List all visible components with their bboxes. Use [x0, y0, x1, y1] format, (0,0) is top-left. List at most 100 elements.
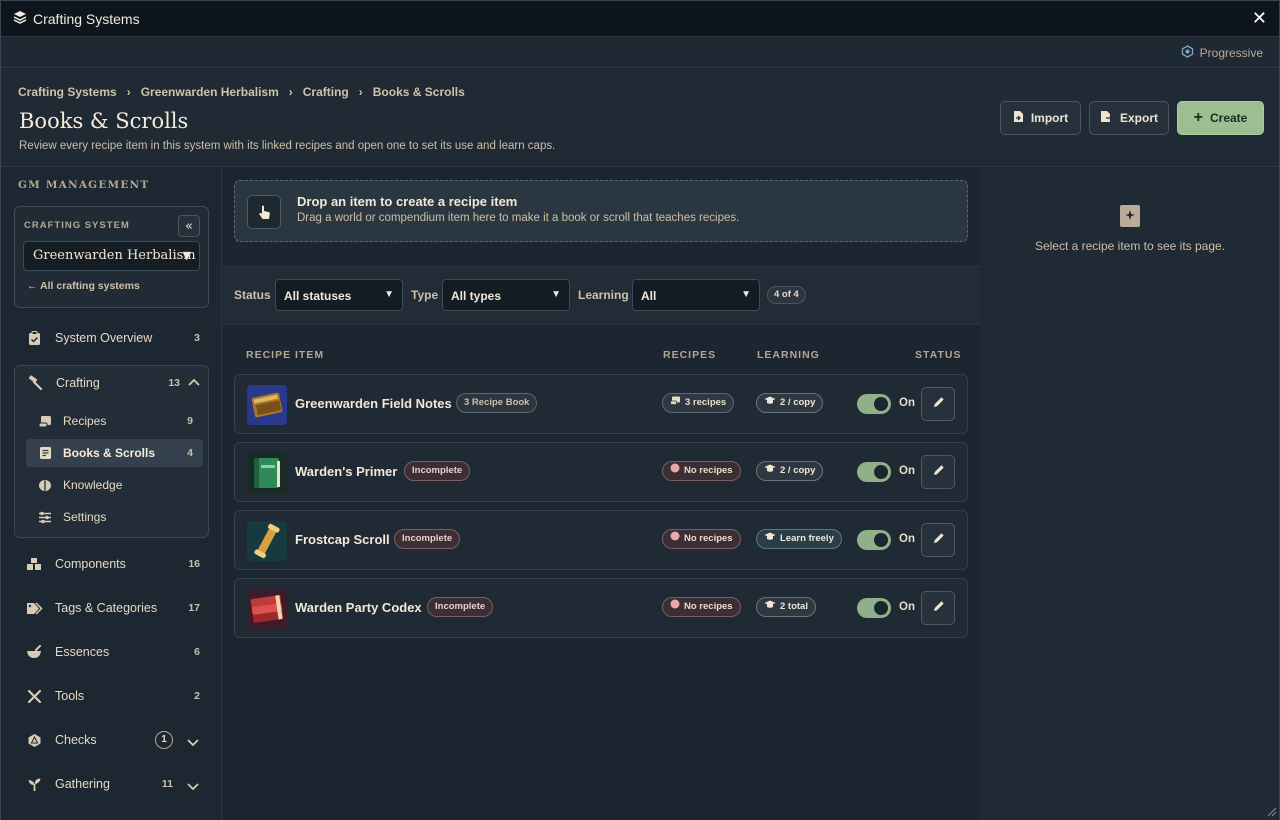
item-name[interactable]: Frostcap Scroll [295, 532, 390, 547]
export-button[interactable]: Export [1089, 101, 1169, 135]
crafting-system-select[interactable]: Greenwarden Herbalism ▼ [23, 241, 200, 271]
result-count-badge: 4 of 4 [767, 286, 806, 304]
learning-pill[interactable]: 2 / copy [756, 461, 824, 481]
edit-button[interactable] [921, 523, 955, 557]
learning-filter-select[interactable]: All ▼ [632, 279, 760, 311]
recipes-pill[interactable]: No recipes [662, 461, 741, 481]
type-filter-select[interactable]: All types ▼ [442, 279, 570, 311]
status-filter-select[interactable]: All statuses ▼ [275, 279, 403, 311]
clipboard-icon [23, 330, 45, 346]
status-toggle[interactable] [857, 462, 891, 482]
recipes-pill[interactable]: 3 recipes [662, 393, 735, 413]
toggle-knob [874, 397, 888, 411]
column-header-recipes: RECIPES [663, 349, 717, 361]
table-row[interactable]: Warden's Primer Incomplete No recipes 2 … [234, 442, 968, 502]
learning-filter-label: Learning [578, 288, 629, 302]
recipes-label: No recipes [684, 465, 733, 476]
sidebar-item-components[interactable]: Components 16 [14, 547, 209, 581]
sidebar-section-label: GM MANAGEMENT [18, 179, 150, 191]
count-badge: 13 [168, 377, 180, 389]
table-row[interactable]: Frostcap Scroll Incomplete No recipes Le… [234, 510, 968, 570]
mode-bar: Progressive [1, 38, 1279, 68]
item-name[interactable]: Warden Party Codex [295, 600, 422, 615]
close-icon[interactable]: ✕ [1252, 9, 1267, 29]
type-filter-value: All types [451, 289, 502, 303]
sidebar-item-tags-categories[interactable]: Tags & Categories 17 [14, 591, 209, 625]
crafting-system-label: CRAFTING SYSTEM [24, 220, 130, 231]
brain-icon [36, 479, 54, 492]
sidebar-item-label: Gathering [55, 777, 110, 791]
mode-indicator[interactable]: Progressive [1181, 45, 1263, 61]
sidebar-item-checks[interactable]: Checks 1 [14, 723, 209, 757]
graduation-cap-icon [764, 462, 776, 480]
tags-icon [23, 601, 45, 615]
sidebar-item-label: Settings [63, 510, 107, 524]
learning-pill[interactable]: 2 total [756, 597, 816, 617]
type-filter-label: Type [411, 288, 439, 302]
dropzone-subtitle: Drag a world or compendium item here to … [297, 212, 740, 224]
sidebar-item-recipes[interactable]: Recipes 9 [26, 407, 203, 435]
caret-down-icon: ▼ [182, 249, 191, 262]
collapse-sidebar-button[interactable]: « [178, 215, 200, 237]
caret-down-icon: ▼ [741, 289, 751, 300]
sidebar-item-books-scrolls[interactable]: Books & Scrolls 4 [26, 439, 203, 467]
import-label: Import [1030, 111, 1069, 125]
create-label: Create [1209, 111, 1248, 125]
column-header-learning: LEARNING [757, 349, 820, 361]
chevron-up-icon[interactable] [188, 375, 200, 389]
filter-bar: Status All statuses ▼ Type All types ▼ L… [223, 266, 980, 325]
sidebar-item-label: System Overview [55, 331, 153, 345]
chevron-down-icon[interactable] [187, 736, 199, 750]
breadcrumb-current: Books & Scrolls [372, 85, 465, 99]
status-toggle[interactable] [857, 530, 891, 550]
breadcrumb-crafting-systems[interactable]: Crafting Systems [18, 85, 117, 99]
sidebar-item-gathering[interactable]: Gathering 11 [14, 767, 209, 801]
learning-pill[interactable]: 2 / copy [756, 393, 824, 413]
table-row[interactable]: Greenwarden Field Notes 3 Recipe Book 3 … [234, 374, 968, 434]
crafting-system-picker: CRAFTING SYSTEM « Greenwarden Herbalism … [14, 206, 209, 308]
breadcrumb-crafting[interactable]: Crafting [303, 85, 349, 99]
graduation-cap-icon [764, 394, 776, 412]
edit-button[interactable] [921, 455, 955, 489]
crafting-group: Crafting 13 Recipes 9 Books & Scrolls 4 … [14, 365, 209, 538]
edit-button[interactable] [921, 591, 955, 625]
sidebar-item-settings[interactable]: Settings [26, 503, 203, 531]
learning-filter-value: All [641, 289, 657, 303]
count-badge: 9 [187, 415, 193, 427]
sidebar-item-knowledge[interactable]: Knowledge [26, 471, 203, 499]
hammer-icon [24, 375, 46, 391]
item-name[interactable]: Warden's Primer [295, 464, 397, 479]
sidebar-item-crafting[interactable]: Crafting 13 [15, 366, 210, 400]
learning-label: 2 / copy [780, 465, 816, 476]
sidebar-item-tools[interactable]: Tools 2 [14, 679, 209, 713]
edit-button[interactable] [921, 387, 955, 421]
table-row[interactable]: Warden Party Codex Incomplete No recipes… [234, 578, 968, 638]
boxes-icon [23, 557, 45, 571]
recipes-pill[interactable]: No recipes [662, 529, 741, 549]
sidebar-item-label: Recipes [63, 414, 107, 428]
learning-pill[interactable]: Learn freely [756, 529, 842, 549]
status-toggle[interactable] [857, 598, 891, 618]
sidebar-item-system-overview[interactable]: System Overview 3 [14, 321, 209, 355]
item-name[interactable]: Greenwarden Field Notes [295, 396, 452, 411]
import-button[interactable]: Import [1000, 101, 1081, 135]
sprout-icon [23, 777, 45, 792]
status-toggle[interactable] [857, 394, 891, 414]
caret-down-icon: ▼ [384, 289, 394, 300]
file-import-icon [1013, 110, 1024, 126]
graduation-cap-icon [764, 598, 776, 616]
resize-handle-icon[interactable] [1265, 805, 1277, 817]
recipes-pill[interactable]: No recipes [662, 597, 741, 617]
create-button[interactable]: + Create [1177, 101, 1264, 135]
incomplete-badge: Incomplete [427, 597, 494, 617]
page-description: Review every recipe item in this system … [19, 140, 556, 152]
toggle-knob [874, 465, 888, 479]
breadcrumb-system[interactable]: Greenwarden Herbalism [141, 85, 279, 99]
item-dropzone[interactable]: Drop an item to create a recipe item Dra… [234, 180, 968, 242]
chevron-down-icon[interactable] [187, 780, 199, 794]
all-crafting-systems-link[interactable]: ← All crafting systems [27, 280, 140, 292]
sidebar-item-essences[interactable]: Essences 6 [14, 635, 209, 669]
book-icon [36, 446, 54, 460]
sidebar-item-label: Tools [55, 689, 85, 703]
chevron-right-icon: › [126, 85, 131, 99]
